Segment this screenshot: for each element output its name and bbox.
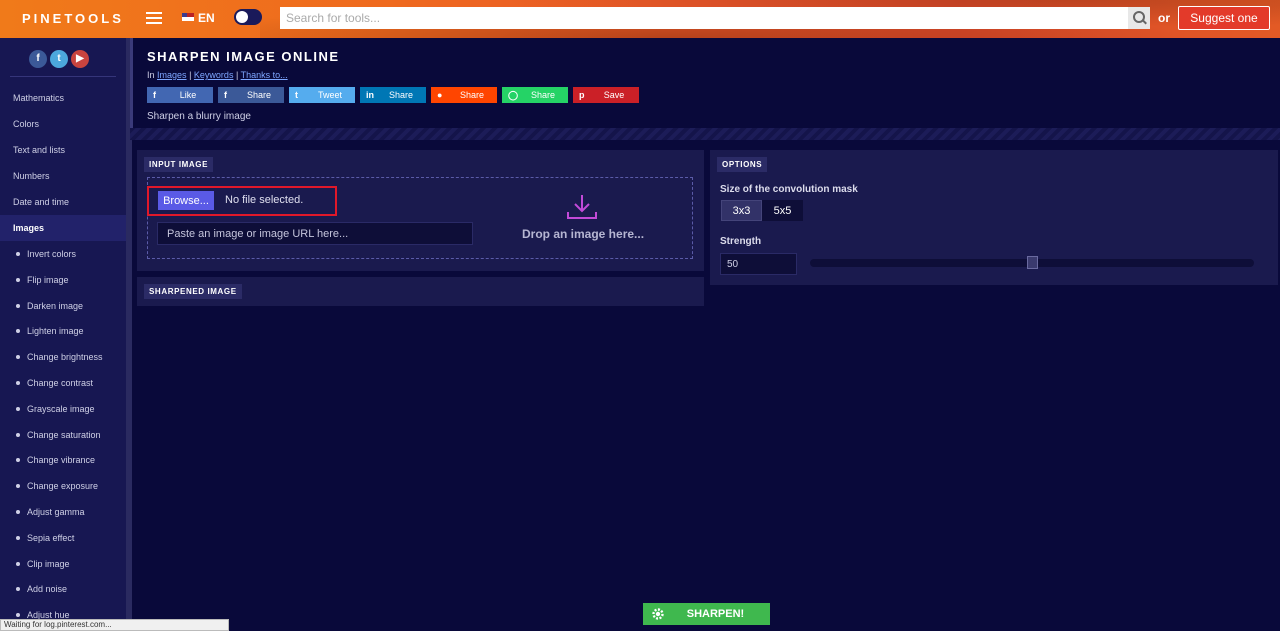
twitter-icon[interactable]: t (50, 50, 68, 68)
file-status: No file selected. (225, 194, 304, 206)
mask-size-label: Size of the convolution mask (720, 184, 858, 195)
page-title: SHARPEN IMAGE ONLINE (147, 49, 340, 64)
sidebar-item-images[interactable]: Images (0, 215, 126, 241)
logo[interactable]: PINETOOLS (22, 11, 124, 26)
sidebar-item-date-and-time[interactable]: Date and time (0, 189, 126, 215)
sidebar-subitem-change-brightness[interactable]: Change brightness (0, 344, 126, 370)
sidebar-subitem-add-noise[interactable]: Add noise (0, 576, 126, 602)
sidebar-item-mathematics[interactable]: Mathematics (0, 85, 126, 111)
pinterest-save-button[interactable]: p Save (573, 87, 639, 103)
linkedin-icon: in (366, 90, 374, 100)
share-buttons: f Like f Share t Tweet in Share ● Share ◯ Shar… (147, 87, 644, 103)
sidebar-item-numbers[interactable]: Numbers (0, 163, 126, 189)
gear-icon (652, 608, 664, 620)
sidebar-item-colors[interactable]: Colors (0, 111, 126, 137)
whatsapp-icon: ◯ (508, 89, 519, 100)
youtube-icon[interactable]: ▶ (71, 50, 89, 68)
linkedin-share-button[interactable]: in Share (360, 87, 426, 103)
mask-size-selector: 3x3 5x5 (721, 200, 803, 221)
input-image-tag: INPUT IMAGE (144, 157, 214, 172)
sidebar-subitem-change-vibrance[interactable]: Change vibrance (0, 447, 126, 473)
hamburger-menu-icon[interactable] (146, 10, 162, 26)
sidebar-subitem-change-saturation[interactable]: Change saturation (0, 422, 126, 448)
facebook-icon: f (224, 90, 227, 100)
drop-zone-label: Drop an image here... (522, 227, 645, 241)
mask-5x5-option[interactable]: 5x5 (762, 200, 803, 221)
twitter-tweet-button[interactable]: t Tweet (289, 87, 355, 103)
language-selector[interactable]: EN (182, 11, 215, 25)
reddit-icon: ● (437, 90, 443, 100)
breadcrumb: In Images | Keywords | Thanks to... (147, 70, 288, 80)
sharpened-image-panel: SHARPENED IMAGE (137, 277, 704, 306)
sidebar-nav: Mathematics Colors Text and lists Number… (0, 85, 126, 628)
sidebar: f t ▶ Mathematics Colors Text and lists Nu… (0, 38, 130, 631)
sidebar-subitem-sepia-effect[interactable]: Sepia effect (0, 525, 126, 551)
sharpen-button[interactable]: SHARPEN! (643, 603, 770, 625)
breadcrumb-separator: | (189, 70, 192, 80)
sidebar-item-text-and-lists[interactable]: Text and lists (0, 137, 126, 163)
facebook-icon[interactable]: f (29, 50, 47, 68)
header-divider (130, 128, 1280, 140)
sidebar-subitem-adjust-gamma[interactable]: Adjust gamma (0, 499, 126, 525)
sidebar-subitem-flip-image[interactable]: Flip image (0, 267, 126, 293)
sidebar-subitem-darken-image[interactable]: Darken image (0, 293, 126, 319)
sidebar-subitem-lighten-image[interactable]: Lighten image (0, 318, 126, 344)
pinterest-icon: p (579, 90, 585, 100)
breadcrumb-keywords-link[interactable]: Keywords (194, 70, 234, 80)
browser-status-bar: Waiting for log.pinterest.com... (0, 619, 229, 631)
dark-mode-toggle[interactable] (234, 9, 262, 25)
reddit-share-button[interactable]: ● Share (431, 87, 497, 103)
or-label: or (1158, 11, 1170, 25)
download-icon (567, 195, 597, 219)
sidebar-subitem-grayscale-image[interactable]: Grayscale image (0, 396, 126, 422)
sidebar-subitem-clip-image[interactable]: Clip image (0, 551, 126, 577)
facebook-like-button[interactable]: f Like (147, 87, 213, 103)
twitter-icon: t (295, 90, 298, 100)
breadcrumb-thanks-link[interactable]: Thanks to... (241, 70, 288, 80)
strength-input[interactable] (720, 253, 797, 275)
options-tag: OPTIONS (717, 157, 768, 172)
divider (10, 76, 116, 77)
sidebar-subitem-invert-colors[interactable]: Invert colors (0, 241, 126, 267)
search-icon[interactable] (1128, 7, 1150, 29)
facebook-icon: f (153, 90, 156, 100)
social-links: f t ▶ (29, 48, 92, 68)
image-url-input[interactable] (157, 222, 473, 245)
sidebar-subitem-change-exposure[interactable]: Change exposure (0, 473, 126, 499)
facebook-share-button[interactable]: f Share (218, 87, 284, 103)
us-flag-icon (182, 13, 194, 21)
tool-description: Sharpen a blurry image (147, 111, 251, 122)
search-input[interactable] (280, 7, 1128, 29)
mask-3x3-option[interactable]: 3x3 (721, 200, 762, 221)
accent-bar (130, 38, 133, 140)
breadcrumb-separator: | (235, 70, 239, 80)
browse-button[interactable]: Browse... (158, 191, 214, 210)
strength-slider-handle[interactable] (1027, 256, 1038, 269)
sidebar-subitem-change-contrast[interactable]: Change contrast (0, 370, 126, 396)
strength-label: Strength (720, 236, 762, 247)
suggest-button[interactable]: Suggest one (1178, 6, 1270, 30)
breadcrumb-prefix: In (147, 70, 155, 80)
breadcrumb-images-link[interactable]: Images (157, 70, 187, 80)
whatsapp-share-button[interactable]: ◯ Share (502, 87, 568, 103)
sharpened-image-tag: SHARPENED IMAGE (144, 284, 242, 299)
